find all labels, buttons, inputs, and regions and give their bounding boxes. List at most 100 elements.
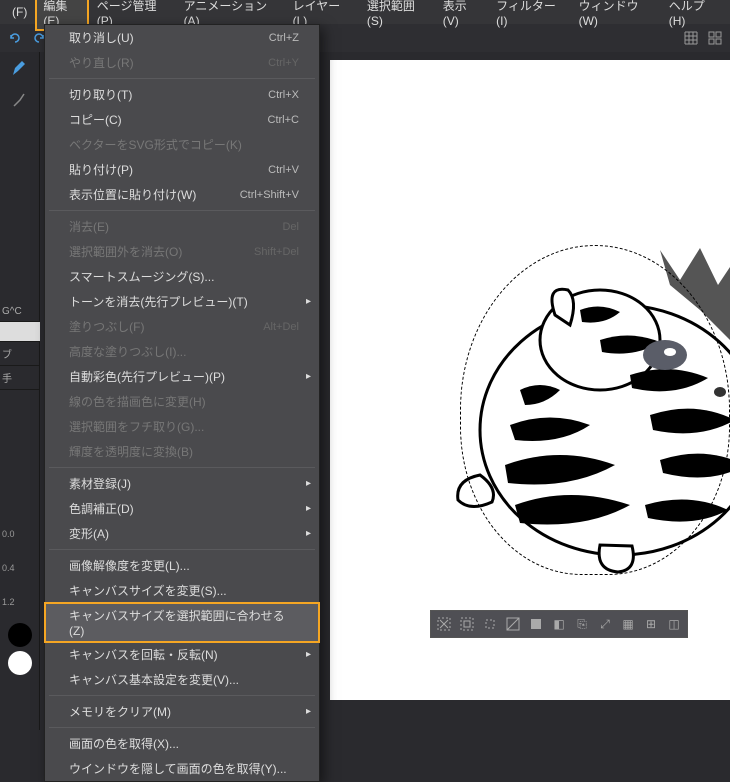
menu-item-label: トーンを消去(先行プレビュー)(T) bbox=[69, 293, 299, 310]
erase-sel-icon[interactable]: ◧ bbox=[549, 614, 569, 634]
newlayer-sel-icon[interactable]: ⊞ bbox=[641, 614, 661, 634]
menu-item-label: キャンバス基本設定を変更(V)... bbox=[69, 671, 299, 688]
menu-item[interactable]: 自動彩色(先行プレビュー)(P) bbox=[45, 364, 319, 389]
menu-item[interactable]: 変形(A) bbox=[45, 521, 319, 546]
menu-item: やり直し(R)Ctrl+Y bbox=[45, 50, 319, 75]
menu-item-label: 高度な塗りつぶし(I)... bbox=[69, 343, 299, 360]
expand-sel-icon[interactable] bbox=[480, 614, 500, 634]
menu-item-shortcut: Del bbox=[282, 221, 299, 233]
menu-separator bbox=[49, 549, 315, 550]
hand-label[interactable]: 手 bbox=[0, 366, 40, 390]
menu-item-label: ウインドウを隠して画面の色を取得(Y)... bbox=[69, 760, 299, 777]
menu-item-label: ベクターをSVG形式でコピー(K) bbox=[69, 136, 299, 153]
menu-separator bbox=[49, 78, 315, 79]
menu-item: 消去(E)Del bbox=[45, 214, 319, 239]
brush-label[interactable]: ブ bbox=[0, 342, 40, 366]
menu-item-label: 貼り付け(P) bbox=[69, 161, 268, 178]
tool-panel: G^C ブ 手 0.0 0.4 1.2 bbox=[0, 52, 40, 730]
menu-item: ベクターをSVG形式でコピー(K) bbox=[45, 132, 319, 157]
menu-item-label: 選択範囲外を消去(O) bbox=[69, 243, 254, 260]
menu-item[interactable]: キャンバスサイズを選択範囲に合わせる(Z) bbox=[45, 603, 319, 642]
menu-item-label: メモリをクリア(M) bbox=[69, 703, 299, 720]
menubar-item[interactable]: 選択範囲(S) bbox=[359, 0, 435, 31]
grid-icon[interactable] bbox=[680, 27, 702, 49]
deselect-icon[interactable] bbox=[434, 614, 454, 634]
selection-launcher: ◧ ⎘ ⤢ ▦ ⊞ ◫ bbox=[430, 610, 688, 638]
menu-item-label: 輝度を透明度に変換(B) bbox=[69, 443, 299, 460]
menu-item[interactable]: メモリをクリア(M) bbox=[45, 699, 319, 724]
menu-item-label: キャンバスサイズを選択範囲に合わせる(Z) bbox=[69, 607, 299, 638]
menu-item[interactable]: 表示位置に貼り付け(W)Ctrl+Shift+V bbox=[45, 182, 319, 207]
menu-item-label: 取り消し(U) bbox=[69, 29, 269, 46]
menu-item-shortcut: Ctrl+Z bbox=[269, 32, 299, 44]
menu-item[interactable]: 切り取り(T)Ctrl+X bbox=[45, 82, 319, 107]
menu-item: 線の色を描画色に変更(H) bbox=[45, 389, 319, 414]
menu-item[interactable]: キャンバスサイズを変更(S)... bbox=[45, 578, 319, 603]
menu-item-label: 塗りつぶし(F) bbox=[69, 318, 263, 335]
scale-sel-icon[interactable]: ⤢ bbox=[595, 614, 615, 634]
edit-menu-dropdown: 取り消し(U)Ctrl+Zやり直し(R)Ctrl+Y切り取り(T)Ctrl+Xコ… bbox=[44, 24, 320, 782]
menubar-item[interactable]: ヘルプ(H) bbox=[661, 0, 726, 31]
menu-item-label: 消去(E) bbox=[69, 218, 282, 235]
invert-sel-icon[interactable] bbox=[503, 614, 523, 634]
menu-item-shortcut: Ctrl+Shift+V bbox=[240, 189, 299, 201]
menubar-item[interactable]: (F) bbox=[4, 2, 35, 22]
menu-item[interactable]: 貼り付け(P)Ctrl+V bbox=[45, 157, 319, 182]
menu-item: 輝度を透明度に変換(B) bbox=[45, 439, 319, 464]
menu-item-label: スマートスムージング(S)... bbox=[69, 268, 299, 285]
grid2-icon[interactable] bbox=[704, 27, 726, 49]
menu-item: 選択範囲をフチ取り(G)... bbox=[45, 414, 319, 439]
background-color[interactable] bbox=[8, 651, 32, 675]
ruler-tick: 0.0 bbox=[0, 517, 40, 551]
menu-item-label: コピー(C) bbox=[69, 111, 268, 128]
menu-item: 高度な塗りつぶし(I)... bbox=[45, 339, 319, 364]
menu-item-label: 線の色を描画色に変更(H) bbox=[69, 393, 299, 410]
menu-item[interactable]: 素材登録(J) bbox=[45, 471, 319, 496]
pen-tool-icon[interactable] bbox=[0, 52, 40, 84]
menu-item-shortcut: Alt+Del bbox=[263, 321, 299, 333]
menu-item-shortcut: Ctrl+X bbox=[268, 89, 299, 101]
menu-item[interactable]: 画面の色を取得(X)... bbox=[45, 731, 319, 756]
menu-item: 塗りつぶし(F)Alt+Del bbox=[45, 314, 319, 339]
tone-sel-icon[interactable]: ▦ bbox=[618, 614, 638, 634]
menu-item-shortcut: Ctrl+Y bbox=[268, 57, 299, 69]
layer-thumb[interactable] bbox=[0, 322, 40, 342]
menu-item[interactable]: 画像解像度を変更(L)... bbox=[45, 553, 319, 578]
menu-item-label: 表示位置に貼り付け(W) bbox=[69, 186, 240, 203]
menu-item-label: キャンバスを回転・反転(N) bbox=[69, 646, 299, 663]
ruler-tick: 1.2 bbox=[0, 585, 40, 619]
copy-sel-icon[interactable]: ⎘ bbox=[572, 614, 592, 634]
menu-item-label: 選択範囲をフチ取り(G)... bbox=[69, 418, 299, 435]
menubar: (F)編集(E)ページ管理(P)アニメーション(A)レイヤー(L)選択範囲(S)… bbox=[0, 0, 730, 24]
menu-item-label: 変形(A) bbox=[69, 525, 299, 542]
menu-separator bbox=[49, 727, 315, 728]
menu-item[interactable]: キャンバスを回転・反転(N) bbox=[45, 642, 319, 667]
menubar-item[interactable]: フィルター(I) bbox=[488, 0, 570, 31]
menu-item-label: 色調補正(D) bbox=[69, 500, 299, 517]
menu-item[interactable]: スマートスムージング(S)... bbox=[45, 264, 319, 289]
menu-item-label: 自動彩色(先行プレビュー)(P) bbox=[69, 368, 299, 385]
menu-item[interactable]: 色調補正(D) bbox=[45, 496, 319, 521]
menu-item-label: 画面の色を取得(X)... bbox=[69, 735, 299, 752]
menu-item[interactable]: ウインドウを隠して画面の色を取得(Y)... bbox=[45, 756, 319, 781]
brush-tool-icon[interactable] bbox=[0, 84, 40, 116]
ruler-tick: 0.4 bbox=[0, 551, 40, 585]
menu-item-shortcut: Ctrl+V bbox=[268, 164, 299, 176]
menu-item-label: やり直し(R) bbox=[69, 54, 268, 71]
menubar-item[interactable]: 表示(V) bbox=[435, 0, 488, 31]
menu-item[interactable]: コピー(C)Ctrl+C bbox=[45, 107, 319, 132]
foreground-color[interactable] bbox=[8, 623, 32, 647]
menu-item[interactable]: キャンバス基本設定を変更(V)... bbox=[45, 667, 319, 692]
undo-icon[interactable] bbox=[4, 27, 26, 49]
shrink-sel-icon[interactable] bbox=[457, 614, 477, 634]
menu-item[interactable]: トーンを消去(先行プレビュー)(T) bbox=[45, 289, 319, 314]
menubar-item[interactable]: ウィンドウ(W) bbox=[571, 0, 661, 31]
canvas[interactable] bbox=[330, 60, 730, 700]
menu-item[interactable]: 取り消し(U)Ctrl+Z bbox=[45, 25, 319, 50]
menu-item-label: 素材登録(J) bbox=[69, 475, 299, 492]
fill-sel-icon[interactable] bbox=[526, 614, 546, 634]
clip-sel-icon[interactable]: ◫ bbox=[664, 614, 684, 634]
menu-separator bbox=[49, 467, 315, 468]
menu-item-label: 画像解像度を変更(L)... bbox=[69, 557, 299, 574]
gc-label: G^C bbox=[0, 302, 40, 322]
